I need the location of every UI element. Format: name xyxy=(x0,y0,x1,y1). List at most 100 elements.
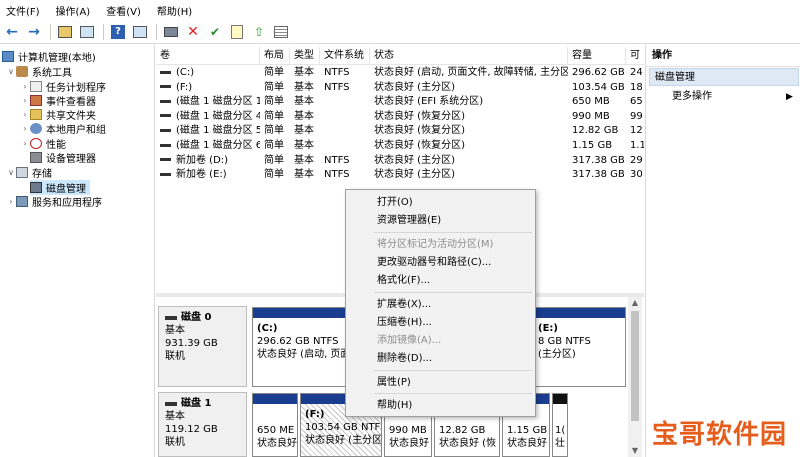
vertical-scrollbar[interactable]: ▲ ▼ xyxy=(628,297,642,457)
table-row[interactable]: 新加卷 (E:) 简单 基本 NTFS 状态良好 (主分区) 317.38 GB 30 xyxy=(156,168,644,183)
cell-fs: NTFS xyxy=(324,81,350,93)
tree-item-performance[interactable]: › 性能 xyxy=(20,136,66,151)
menu-view[interactable]: 查看(V) xyxy=(106,3,141,18)
table-row[interactable]: 新加卷 (D:) 简单 基本 NTFS 状态良好 (主分区) 317.38 GB 29 xyxy=(156,154,644,169)
cell-type: 基本 xyxy=(294,96,314,108)
partition-e[interactable]: (E:) 8 GB NTFS (主分区) xyxy=(534,307,626,387)
menu-item-properties[interactable]: 属性(P) xyxy=(377,375,411,390)
export-icon[interactable]: ⇧ xyxy=(251,24,267,40)
table-row[interactable]: (磁盘 1 磁盘分区 1) 简单 基本 状态良好 (EFI 系统分区) 650 MB 65 xyxy=(156,95,644,110)
scroll-up-icon[interactable]: ▲ xyxy=(628,297,642,309)
partition-status: 状态良好 (主分区 xyxy=(305,435,382,446)
col-header-free[interactable]: 可 xyxy=(626,47,644,65)
tree-item-event-viewer[interactable]: › 事件查看器 xyxy=(20,93,96,108)
tree-item-device-manager[interactable]: 设备管理器 xyxy=(30,150,96,165)
partition-efi[interactable]: 650 ME 状态良好 xyxy=(252,393,298,457)
triangle-right-icon[interactable]: ▶ xyxy=(786,89,793,105)
tree-item-disk-management[interactable]: 磁盘管理 xyxy=(30,180,90,195)
col-header-status[interactable]: 状态 xyxy=(370,47,568,65)
connect-icon[interactable] xyxy=(163,24,179,40)
disk-icon xyxy=(165,315,177,320)
tree-item-system-tools[interactable]: ∨ 系统工具 xyxy=(6,64,72,79)
menu-bar: 文件(F) 操作(A) 查看(V) 帮助(H) xyxy=(0,0,800,20)
chevron-right-icon[interactable]: › xyxy=(6,197,16,206)
menu-file[interactable]: 文件(F) xyxy=(6,3,40,18)
table-row[interactable]: (磁盘 1 磁盘分区 4) 简单 基本 状态良好 (恢复分区) 990 MB 99 xyxy=(156,110,644,125)
menu-item-explorer[interactable]: 资源管理器(E) xyxy=(377,213,441,228)
tree-item-shared-folders[interactable]: › 共享文件夹 xyxy=(20,107,96,122)
chevron-down-icon[interactable]: ∨ xyxy=(6,67,16,76)
cell-volume: (磁盘 1 磁盘分区 5) xyxy=(156,124,260,139)
properties-icon[interactable] xyxy=(132,24,148,40)
check-icon[interactable]: ✔ xyxy=(207,24,223,40)
menu-item-shrink[interactable]: 压缩卷(H)... xyxy=(377,315,432,330)
tree-item-local-users[interactable]: › 本地用户和组 xyxy=(20,121,106,136)
tools-icon xyxy=(16,66,28,77)
chevron-right-icon[interactable]: › xyxy=(20,124,30,133)
partition-info: 296.62 GB NTFS xyxy=(257,336,339,347)
more-actions[interactable]: 更多操作 xyxy=(672,89,797,105)
actions-section-disk-management[interactable]: 磁盘管理 xyxy=(649,68,799,86)
tree-item-services[interactable]: › 服务和应用程序 xyxy=(6,194,102,209)
volume-label: (F:) xyxy=(176,81,193,93)
table-row[interactable]: (F:) 简单 基本 NTFS 状态良好 (主分区) 103.54 GB 18 xyxy=(156,81,644,96)
table-row[interactable]: (C:) 简单 基本 NTFS 状态良好 (启动, 页面文件, 故障转储, 主分区) 29… xyxy=(156,66,644,81)
console-tree-icon[interactable] xyxy=(79,24,95,40)
col-header-capacity[interactable]: 容量 xyxy=(568,47,626,65)
disk-name: 磁盘 1 xyxy=(181,398,212,409)
chevron-right-icon[interactable]: › xyxy=(20,82,30,91)
volume-icon xyxy=(160,70,171,74)
cell-status: 状态良好 (恢复分区) xyxy=(374,140,465,151)
col-header-type[interactable]: 类型 xyxy=(290,47,320,65)
cell-type: 基本 xyxy=(294,125,314,137)
volume-label: (磁盘 1 磁盘分区 6) xyxy=(176,140,260,151)
partition-status: 状态良好 xyxy=(389,438,429,449)
tree-label: 本地用户和组 xyxy=(46,125,106,136)
tree-item-task-scheduler[interactable]: › 任务计划程序 xyxy=(20,79,106,94)
menu-action[interactable]: 操作(A) xyxy=(56,3,91,18)
forward-arrow-icon[interactable]: → xyxy=(26,24,42,40)
cell-fs xyxy=(320,124,370,139)
scroll-down-icon[interactable]: ▼ xyxy=(628,445,642,457)
table-row[interactable]: (磁盘 1 磁盘分区 5) 简单 基本 状态良好 (恢复分区) 12.82 GB 12 xyxy=(156,124,644,139)
menu-item-format[interactable]: 格式化(F)... xyxy=(377,273,430,288)
menu-help[interactable]: 帮助(H) xyxy=(157,3,192,18)
menu-item-extend[interactable]: 扩展卷(X)... xyxy=(377,297,431,312)
col-header-fs[interactable]: 文件系统 xyxy=(320,47,370,65)
partition-c[interactable]: (C:) 296.62 GB NTFS 状态良好 (启动, 页面文 xyxy=(252,307,348,387)
partition-size: 12.82 GB xyxy=(439,425,486,436)
delete-icon[interactable]: ✕ xyxy=(185,24,201,40)
chevron-down-icon[interactable]: ∨ xyxy=(6,168,16,177)
disk-type: 基本 xyxy=(165,411,185,422)
disk-1-label[interactable]: 磁盘 1 基本 119.12 GB 联机 xyxy=(158,392,247,457)
context-menu: 打开(O) 资源管理器(E) 将分区标记为活动分区(M) 更改驱动器号和路径(C… xyxy=(345,189,536,417)
chevron-right-icon[interactable]: › xyxy=(20,96,30,105)
disk-icon xyxy=(30,182,42,193)
cell-fs: NTFS xyxy=(324,169,350,181)
back-arrow-icon[interactable]: ← xyxy=(4,24,20,40)
disk-0-label[interactable]: 磁盘 0 基本 931.39 GB 联机 xyxy=(158,306,247,387)
chevron-right-icon[interactable]: › xyxy=(20,110,30,119)
help-icon[interactable]: ? xyxy=(110,24,126,40)
menu-item-help[interactable]: 帮助(H) xyxy=(377,398,412,413)
menu-item-open[interactable]: 打开(O) xyxy=(377,195,413,210)
col-header-layout[interactable]: 布局 xyxy=(260,47,290,65)
partition-unallocated[interactable]: 1( 壮 xyxy=(552,393,568,457)
import-icon[interactable] xyxy=(273,24,289,40)
tree-item-storage[interactable]: ∨ 存储 xyxy=(6,165,52,180)
scrollbar-thumb[interactable] xyxy=(631,311,639,421)
chevron-right-icon[interactable]: › xyxy=(20,139,30,148)
up-folder-icon[interactable] xyxy=(57,24,73,40)
cell-fs xyxy=(320,95,370,110)
tree-root[interactable]: 计算机管理(本地) xyxy=(2,49,96,64)
menu-item-mark-active: 将分区标记为活动分区(M) xyxy=(377,239,494,250)
new-doc-icon[interactable] xyxy=(229,24,245,40)
cell-capacity: 317.38 GB xyxy=(572,169,625,181)
menu-item-change-letter[interactable]: 更改驱动器号和路径(C)... xyxy=(377,255,491,270)
menu-item-delete[interactable]: 删除卷(D)... xyxy=(377,351,432,366)
toolbar: ← → ? ✕ ✔ ⇧ xyxy=(0,20,800,44)
toolbar-separator xyxy=(156,23,157,40)
table-row[interactable]: (磁盘 1 磁盘分区 6) 简单 基本 状态良好 (恢复分区) 1.15 GB 1.1 xyxy=(156,139,644,154)
cell-volume: (C:) xyxy=(156,66,260,81)
col-header-volume[interactable]: 卷 xyxy=(156,47,260,65)
